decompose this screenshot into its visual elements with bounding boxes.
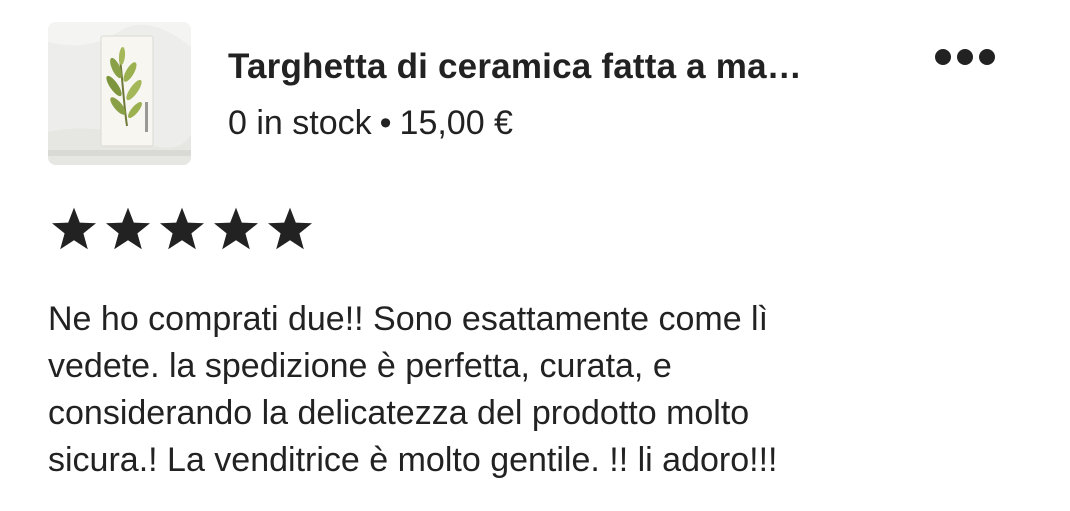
review-line: Ne ho comprati due!! Sono esattamente co… bbox=[48, 300, 769, 338]
star-icon bbox=[268, 207, 312, 250]
star-icon bbox=[52, 207, 96, 250]
review-line: vedete. la spedizione è perfetta, curata… bbox=[48, 347, 672, 385]
listing-meta: 0 in stock • 15,00 € bbox=[228, 100, 513, 146]
listing-title[interactable]: Targhetta di ceramica fatta a ma… bbox=[228, 44, 908, 90]
review-line: considerando la delicatezza del prodotto… bbox=[48, 394, 750, 432]
stock-count: 0 in stock bbox=[228, 104, 372, 142]
ceramic-plaque-photo bbox=[48, 22, 191, 165]
star-icon bbox=[160, 207, 204, 250]
meta-separator: • bbox=[379, 104, 392, 142]
product-thumbnail[interactable] bbox=[48, 22, 191, 165]
review-line: sicura.! La venditrice è molto gentile. … bbox=[48, 441, 778, 479]
star-rating bbox=[50, 206, 314, 252]
review-card: Targhetta di ceramica fatta a ma… 0 in s… bbox=[0, 0, 1070, 511]
review-text: Ne ho comprati due!! Sono esattamente co… bbox=[48, 296, 1048, 484]
star-icon bbox=[106, 207, 150, 250]
star-icon bbox=[214, 207, 258, 250]
more-options-button[interactable] bbox=[930, 40, 1000, 74]
more-dots-icon bbox=[935, 49, 995, 65]
listing-price: 15,00 € bbox=[399, 104, 513, 142]
